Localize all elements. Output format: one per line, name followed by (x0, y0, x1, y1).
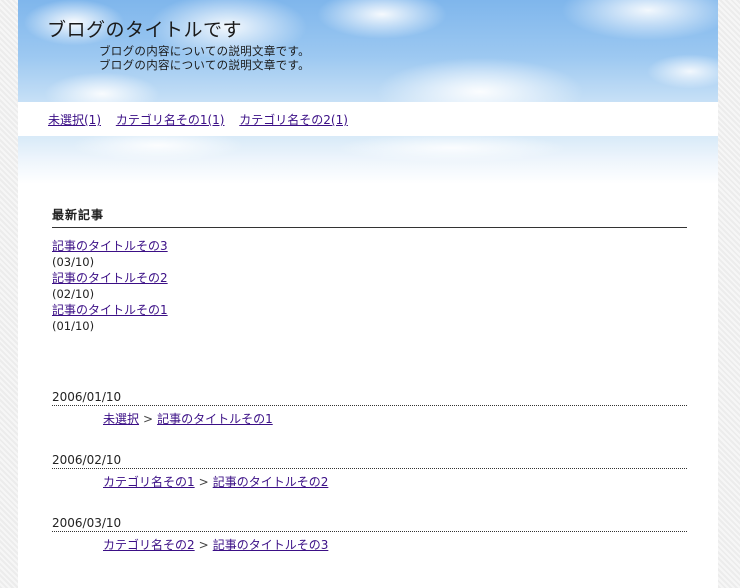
entry-category-link[interactable]: カテゴリ名その1 (103, 475, 195, 489)
category-link-2[interactable]: カテゴリ名その2(1) (239, 113, 348, 127)
entry-date: 2006/02/10 (52, 453, 687, 469)
page-container: ブログのタイトルです ブログの内容についての説明文章です。 ブログの内容について… (18, 0, 718, 588)
recent-articles-heading: 最新記事 (52, 206, 687, 228)
entry-block: 2006/02/10 カテゴリ名その1 > 記事のタイトルその2 (52, 453, 687, 490)
entry-date: 2006/01/10 (52, 390, 687, 406)
entry-block: 2006/03/10 カテゴリ名その2 > 記事のタイトルその3 (52, 516, 687, 553)
blog-header: ブログのタイトルです ブログの内容についての説明文章です。 ブログの内容について… (18, 0, 718, 102)
recent-article-link[interactable]: 記事のタイトルその1 (52, 303, 168, 317)
recent-article-link[interactable]: 記事のタイトルその3 (52, 239, 168, 253)
recent-article-date: (02/10) (52, 287, 95, 301)
entry-date: 2006/03/10 (52, 516, 687, 532)
entry-breadcrumb: 未選択 > 記事のタイトルその1 (52, 410, 687, 427)
entry-title-link[interactable]: 記事のタイトルその1 (157, 412, 273, 426)
blog-description-line: ブログの内容についての説明文章です。 (99, 58, 310, 72)
entry-list: 2006/01/10 未選択 > 記事のタイトルその1 2006/02/10 カテゴ… (52, 390, 687, 579)
entry-block: 2006/01/10 未選択 > 記事のタイトルその1 (52, 390, 687, 427)
category-link-1[interactable]: カテゴリ名その1(1) (116, 113, 225, 127)
sky-decoration (18, 136, 718, 184)
entry-title-link[interactable]: 記事のタイトルその3 (213, 538, 329, 552)
entry-breadcrumb: カテゴリ名その2 > 記事のタイトルその3 (52, 536, 687, 553)
category-link-unselected[interactable]: 未選択(1) (48, 113, 101, 127)
recent-articles-section: 最新記事 記事のタイトルその3 (03/10) 記事のタイトルその2 (02/1… (52, 206, 687, 334)
recent-article-item: 記事のタイトルその1 (01/10) (52, 302, 687, 334)
category-nav: 未選択(1) カテゴリ名その1(1) カテゴリ名その2(1) (48, 111, 359, 128)
recent-article-date: (03/10) (52, 255, 95, 269)
blog-title[interactable]: ブログのタイトルです (47, 15, 242, 42)
breadcrumb-separator: > (143, 412, 154, 426)
recent-article-date: (01/10) (52, 319, 95, 333)
breadcrumb-separator: > (198, 538, 209, 552)
entry-breadcrumb: カテゴリ名その1 > 記事のタイトルその2 (52, 473, 687, 490)
breadcrumb-separator: > (198, 475, 209, 489)
recent-article-item: 記事のタイトルその2 (02/10) (52, 270, 687, 302)
entry-category-link[interactable]: 未選択 (103, 412, 139, 426)
recent-article-link[interactable]: 記事のタイトルその2 (52, 271, 168, 285)
entry-category-link[interactable]: カテゴリ名その2 (103, 538, 195, 552)
recent-article-item: 記事のタイトルその3 (03/10) (52, 238, 687, 270)
entry-title-link[interactable]: 記事のタイトルその2 (213, 475, 329, 489)
